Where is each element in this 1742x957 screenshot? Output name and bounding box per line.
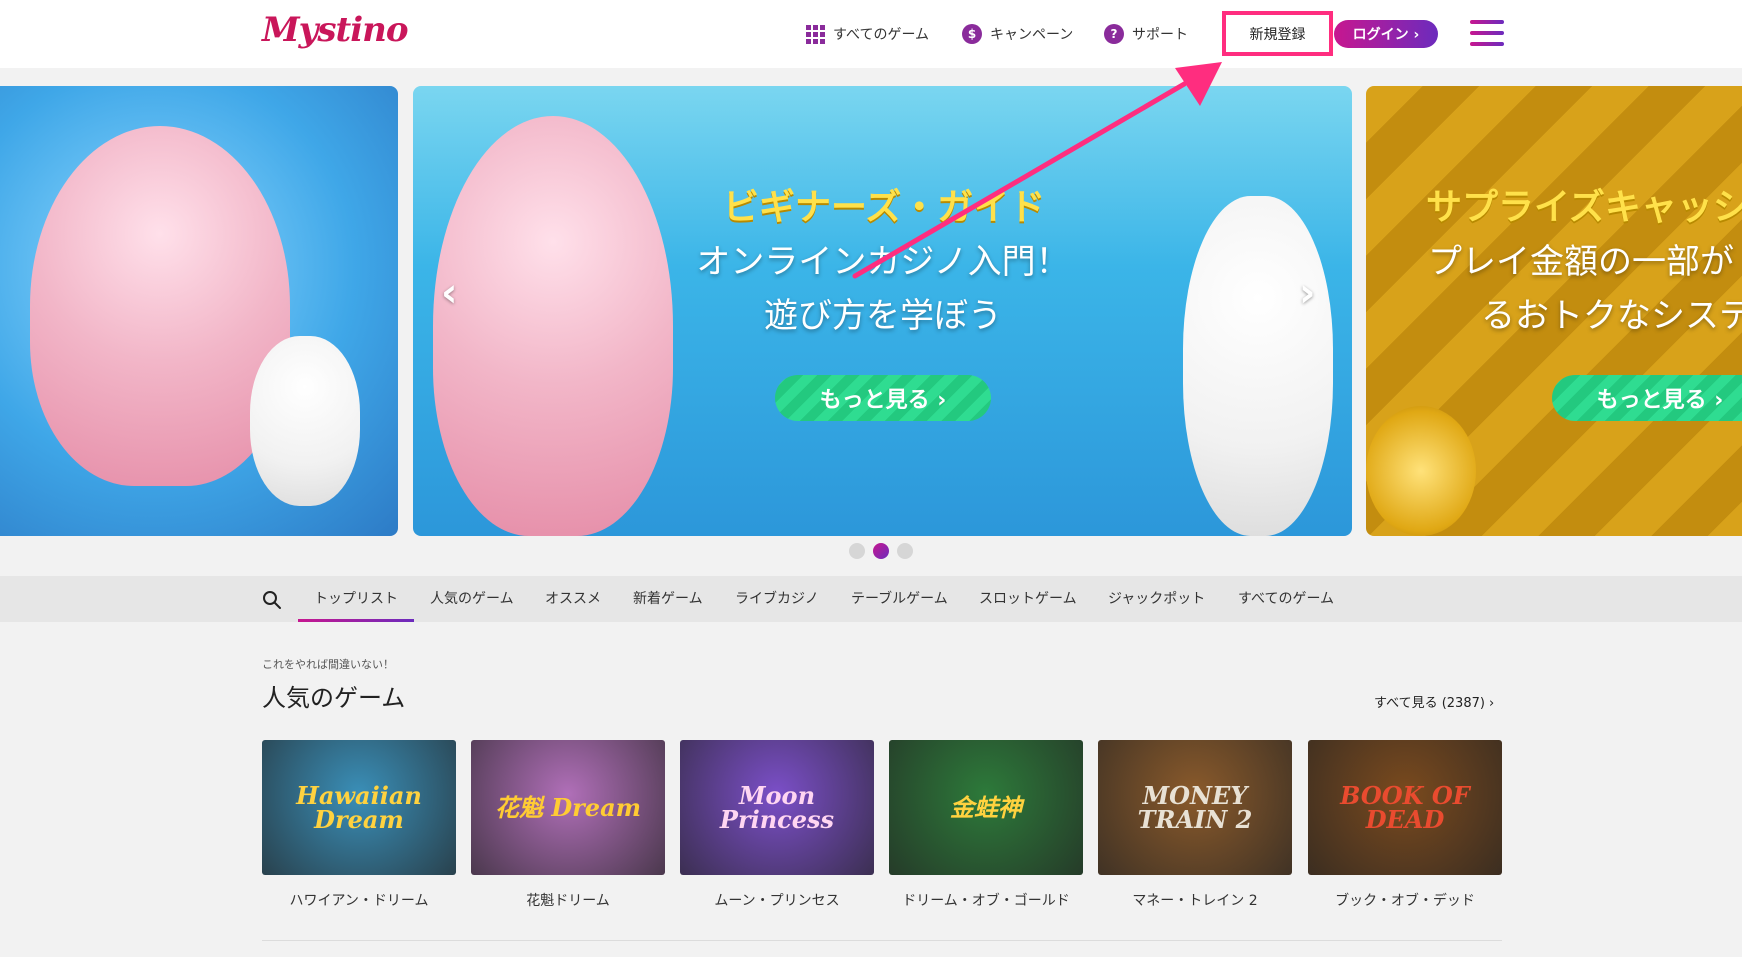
section-title: 人気のゲーム xyxy=(262,684,406,712)
nav-campaign-label: キャンペーン xyxy=(990,27,1074,43)
dollar-icon: $ xyxy=(962,24,982,44)
login-button[interactable]: ログイン › xyxy=(1334,20,1438,48)
pagination-dot[interactable] xyxy=(849,543,865,559)
nav-all-games[interactable]: すべてのゲーム xyxy=(806,22,929,46)
carousel-pagination xyxy=(849,543,913,559)
game-tile[interactable]: Hawaiian Dream xyxy=(262,740,456,875)
nav-support[interactable]: ? サポート xyxy=(1104,22,1188,46)
tab-all-games[interactable]: すべてのゲーム xyxy=(1238,588,1334,622)
game-logo: Hawaiian Dream xyxy=(296,780,422,834)
grid-icon xyxy=(806,24,825,44)
slide-title: ビギナーズ・ガイド xyxy=(723,187,1046,228)
slide-cta-button[interactable]: もっと見る › xyxy=(775,375,991,421)
slide-next[interactable]: サプライズキャッシ プレイ金額の一部が るおトクなシステ もっと見る › xyxy=(1366,86,1742,536)
game-tile[interactable]: 花魁 Dream xyxy=(471,740,665,875)
slide-cta-button[interactable]: もっと見る › xyxy=(1552,375,1742,421)
game-title[interactable]: ハワイアン・ドリーム xyxy=(262,890,456,910)
site-header: Mystino すべてのゲーム $ キャンペーン ? サポート 新規登録 ログイ… xyxy=(0,0,1742,68)
slide-line-1: オンラインカジノ入門！ xyxy=(696,242,1070,282)
game-logo: 金蛙神 xyxy=(950,792,1022,822)
game-title[interactable]: 花魁ドリーム xyxy=(471,890,665,910)
tab-live-casino[interactable]: ライブカジノ xyxy=(735,588,819,622)
game-tile[interactable]: BOOK OF DEAD xyxy=(1308,740,1502,875)
game-title[interactable]: ムーン・プリンセス xyxy=(680,890,874,910)
game-tile[interactable]: MONEY TRAIN 2 xyxy=(1098,740,1292,875)
slide-line-1: プレイ金額の一部が xyxy=(1428,242,1734,282)
carousel-next-icon[interactable]: › xyxy=(1299,270,1315,316)
carousel-prev-icon[interactable]: ‹ xyxy=(441,270,457,316)
slide-line-2: るおトクなシステ xyxy=(1481,296,1742,336)
tab-recommended[interactable]: オススメ xyxy=(545,588,601,622)
slide-previous[interactable] xyxy=(0,86,398,536)
game-title[interactable]: マネー・トレイン 2 xyxy=(1098,890,1292,910)
nav-support-label: サポート xyxy=(1132,27,1188,43)
tab-top-list[interactable]: トップリスト xyxy=(298,588,414,622)
bunny-illustration xyxy=(250,336,360,506)
tab-table-games[interactable]: テーブルゲーム xyxy=(851,588,948,622)
question-icon: ? xyxy=(1104,24,1124,44)
game-tile[interactable]: 金蛙神 xyxy=(889,740,1083,875)
signup-button[interactable]: 新規登録 xyxy=(1222,11,1333,56)
category-tabs: トップリスト 人気のゲーム オススメ 新着ゲーム ライブカジノ テーブルゲーム … xyxy=(0,576,1742,622)
pagination-dot[interactable] xyxy=(897,543,913,559)
game-title[interactable]: ブック・オブ・デッド xyxy=(1308,890,1502,910)
nav-campaign[interactable]: $ キャンペーン xyxy=(962,22,1073,46)
tab-popular-games[interactable]: 人気のゲーム xyxy=(430,588,514,622)
slide-title: サプライズキャッシ xyxy=(1426,187,1742,228)
bunny-illustration xyxy=(1183,196,1333,536)
game-logo: 花魁 Dream xyxy=(494,792,642,822)
game-logo: BOOK OF DEAD xyxy=(1340,780,1470,834)
pagination-dot-active[interactable] xyxy=(873,543,889,559)
tab-slot-games[interactable]: スロットゲーム xyxy=(979,588,1077,622)
game-tile[interactable]: Moon Princess xyxy=(680,740,874,875)
game-logo: Moon Princess xyxy=(719,780,835,834)
tab-new-games[interactable]: 新着ゲーム xyxy=(633,588,703,622)
tab-jackpot[interactable]: ジャックポット xyxy=(1108,588,1205,622)
hero-carousel: ビギナーズ・ガイド オンラインカジノ入門！ 遊び方を学ぼう もっと見る › ‹ … xyxy=(0,86,1742,536)
search-icon[interactable] xyxy=(262,590,282,610)
game-logo: MONEY TRAIN 2 xyxy=(1137,780,1253,834)
slide-line-2: 遊び方を学ぼう xyxy=(764,296,1002,336)
see-all-link[interactable]: すべて見る (2387) › xyxy=(1374,692,1494,711)
coin-illustration xyxy=(1366,406,1476,536)
section-subtitle: これをやれば間違いない！ xyxy=(262,658,394,671)
character-illustration xyxy=(433,116,673,536)
site-logo[interactable]: Mystino xyxy=(262,10,409,50)
section-divider xyxy=(262,940,1502,941)
game-title[interactable]: ドリーム・オブ・ゴールド xyxy=(889,890,1083,910)
slide-current[interactable]: ビギナーズ・ガイド オンラインカジノ入門！ 遊び方を学ぼう もっと見る › ‹ … xyxy=(413,86,1352,536)
menu-icon[interactable] xyxy=(1470,20,1504,48)
nav-all-games-label: すべてのゲーム xyxy=(833,27,930,43)
